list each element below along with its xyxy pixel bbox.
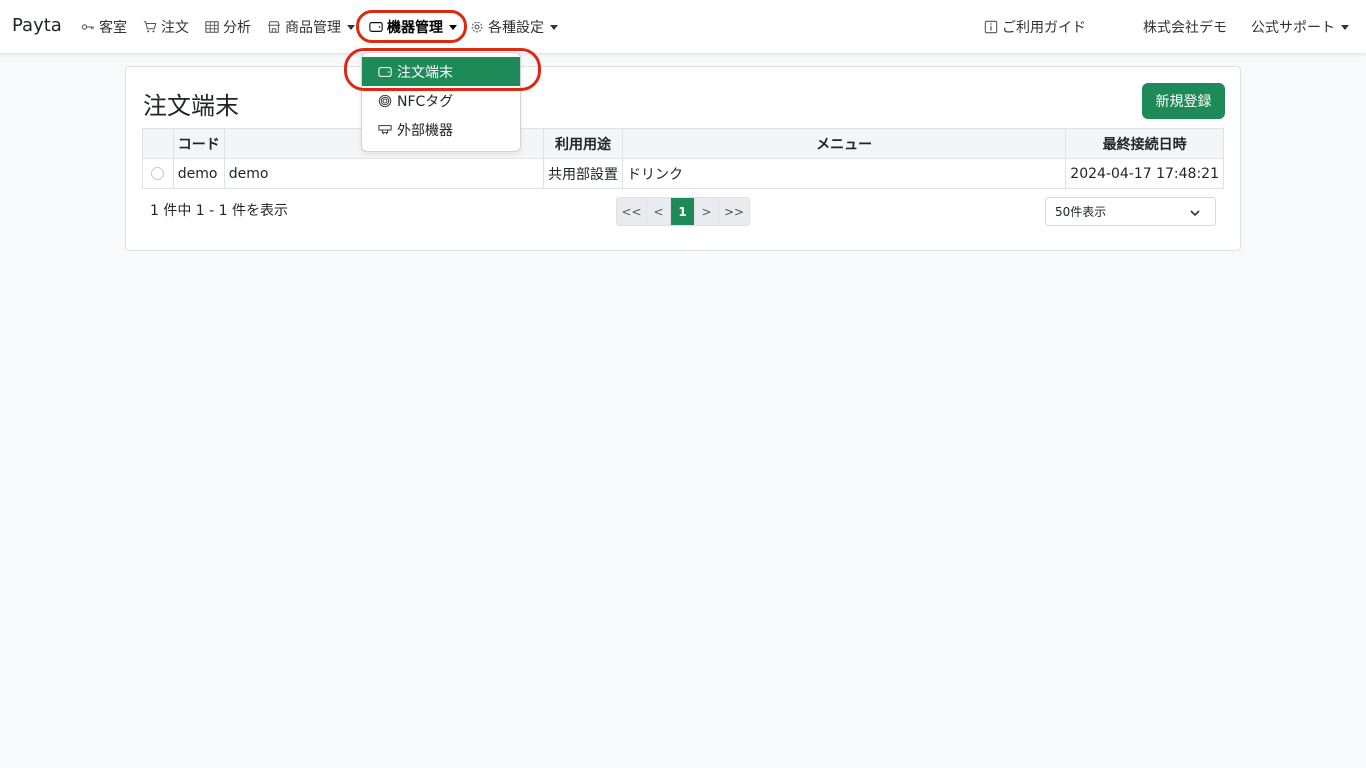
pagination-next-button[interactable]: > bbox=[695, 198, 719, 225]
top-navbar: Payta 客室 注文 分析 商品管理 機器管理 各種設定 ご利用ガイド 株式会… bbox=[0, 0, 1366, 53]
column-header-select bbox=[142, 128, 174, 159]
new-register-button[interactable]: 新規登録 bbox=[1142, 83, 1225, 119]
table-icon bbox=[205, 21, 219, 33]
pagination: << < 1 > >> bbox=[616, 197, 750, 226]
table-row[interactable]: demo demo 共用部設置 ドリンク 2024-04-17 17:48:21 bbox=[142, 158, 1224, 189]
nav-item-label: 分析 bbox=[223, 20, 251, 36]
column-header-usage[interactable]: 利用用途 bbox=[543, 128, 624, 159]
nav-item-products[interactable]: 商品管理 bbox=[267, 17, 355, 37]
cell-code: demo bbox=[172, 158, 225, 189]
chevron-down-icon bbox=[1190, 210, 1200, 217]
dropdown-item-order-terminal[interactable]: 注文端末 bbox=[362, 57, 520, 86]
external-device-icon bbox=[378, 124, 392, 134]
row-select-cell[interactable] bbox=[142, 158, 174, 189]
dropdown-item-external-device[interactable]: 外部機器 bbox=[362, 115, 520, 144]
table-header-row: コード 利用用途 メニュー 最終接続日時 bbox=[142, 128, 1224, 159]
nav-support-label: 公式サポート bbox=[1251, 20, 1335, 36]
devices-dropdown-menu: 注文端末 NFCタグ 外部機器 bbox=[361, 52, 521, 152]
nav-item-analytics[interactable]: 分析 bbox=[205, 17, 251, 37]
nav-item-orders[interactable]: 注文 bbox=[143, 17, 189, 37]
pagination-page-1[interactable]: 1 bbox=[671, 198, 695, 225]
cell-last-connected: 2024-04-17 17:48:21 bbox=[1065, 158, 1224, 189]
nav-guide-link[interactable]: ご利用ガイド bbox=[984, 17, 1086, 37]
device-icon bbox=[378, 66, 392, 77]
main-card: 注文端末 新規登録 コード 利用用途 メニュー 最終接続日時 demo demo… bbox=[125, 66, 1241, 251]
result-count-text: 1 件中 1 - 1 件を表示 bbox=[150, 203, 289, 219]
cell-name: demo bbox=[223, 158, 545, 189]
row-radio-button[interactable] bbox=[151, 167, 165, 180]
per-page-select[interactable]: 50件表示 bbox=[1045, 197, 1216, 226]
nav-company[interactable]: 株式会社デモ bbox=[1143, 17, 1227, 37]
dropdown-item-label: 注文端末 bbox=[397, 64, 453, 81]
caret-down-icon bbox=[449, 24, 457, 30]
nav-item-label: 注文 bbox=[161, 20, 189, 36]
nav-item-label: 機器管理 bbox=[387, 20, 443, 36]
nav-guide-label: ご利用ガイド bbox=[1002, 20, 1086, 36]
nfc-icon bbox=[378, 94, 392, 107]
nav-item-rooms[interactable]: 客室 bbox=[81, 17, 127, 37]
brand-logo[interactable]: Payta bbox=[12, 15, 62, 36]
gear-icon bbox=[471, 21, 483, 33]
caret-down-icon bbox=[347, 24, 355, 30]
column-header-code[interactable]: コード bbox=[172, 128, 225, 159]
dropdown-item-label: NFCタグ bbox=[397, 93, 454, 110]
cell-menu: ドリンク bbox=[622, 158, 1067, 189]
nav-item-label: 各種設定 bbox=[488, 20, 544, 36]
key-icon bbox=[81, 24, 94, 30]
info-icon bbox=[984, 20, 998, 34]
cell-usage: 共用部設置 bbox=[543, 158, 624, 189]
shop-icon bbox=[268, 21, 280, 33]
column-header-menu[interactable]: メニュー bbox=[622, 128, 1067, 159]
column-header-last-connected[interactable]: 最終接続日時 bbox=[1065, 128, 1224, 159]
pagination-prev-button[interactable]: < bbox=[647, 198, 671, 225]
nav-item-settings[interactable]: 各種設定 bbox=[470, 17, 558, 37]
page-title: 注文端末 bbox=[143, 92, 239, 120]
pagination-last-button[interactable]: >> bbox=[719, 198, 749, 225]
nav-support-menu[interactable]: 公式サポート bbox=[1251, 17, 1349, 37]
pagination-first-button[interactable]: << bbox=[617, 198, 647, 225]
dropdown-item-nfc-tag[interactable]: NFCタグ bbox=[362, 86, 520, 115]
nav-item-devices[interactable]: 機器管理 bbox=[369, 17, 457, 37]
caret-down-icon bbox=[1341, 24, 1349, 30]
nav-item-label: 商品管理 bbox=[285, 20, 341, 36]
caret-down-icon bbox=[550, 24, 558, 30]
device-table: コード 利用用途 メニュー 最終接続日時 demo demo 共用部設置 ドリン… bbox=[142, 128, 1224, 189]
device-icon bbox=[369, 22, 383, 32]
nav-item-label: 客室 bbox=[99, 20, 127, 36]
dropdown-item-label: 外部機器 bbox=[397, 122, 453, 139]
cart-icon bbox=[143, 21, 157, 33]
per-page-value: 50件表示 bbox=[1055, 205, 1107, 219]
